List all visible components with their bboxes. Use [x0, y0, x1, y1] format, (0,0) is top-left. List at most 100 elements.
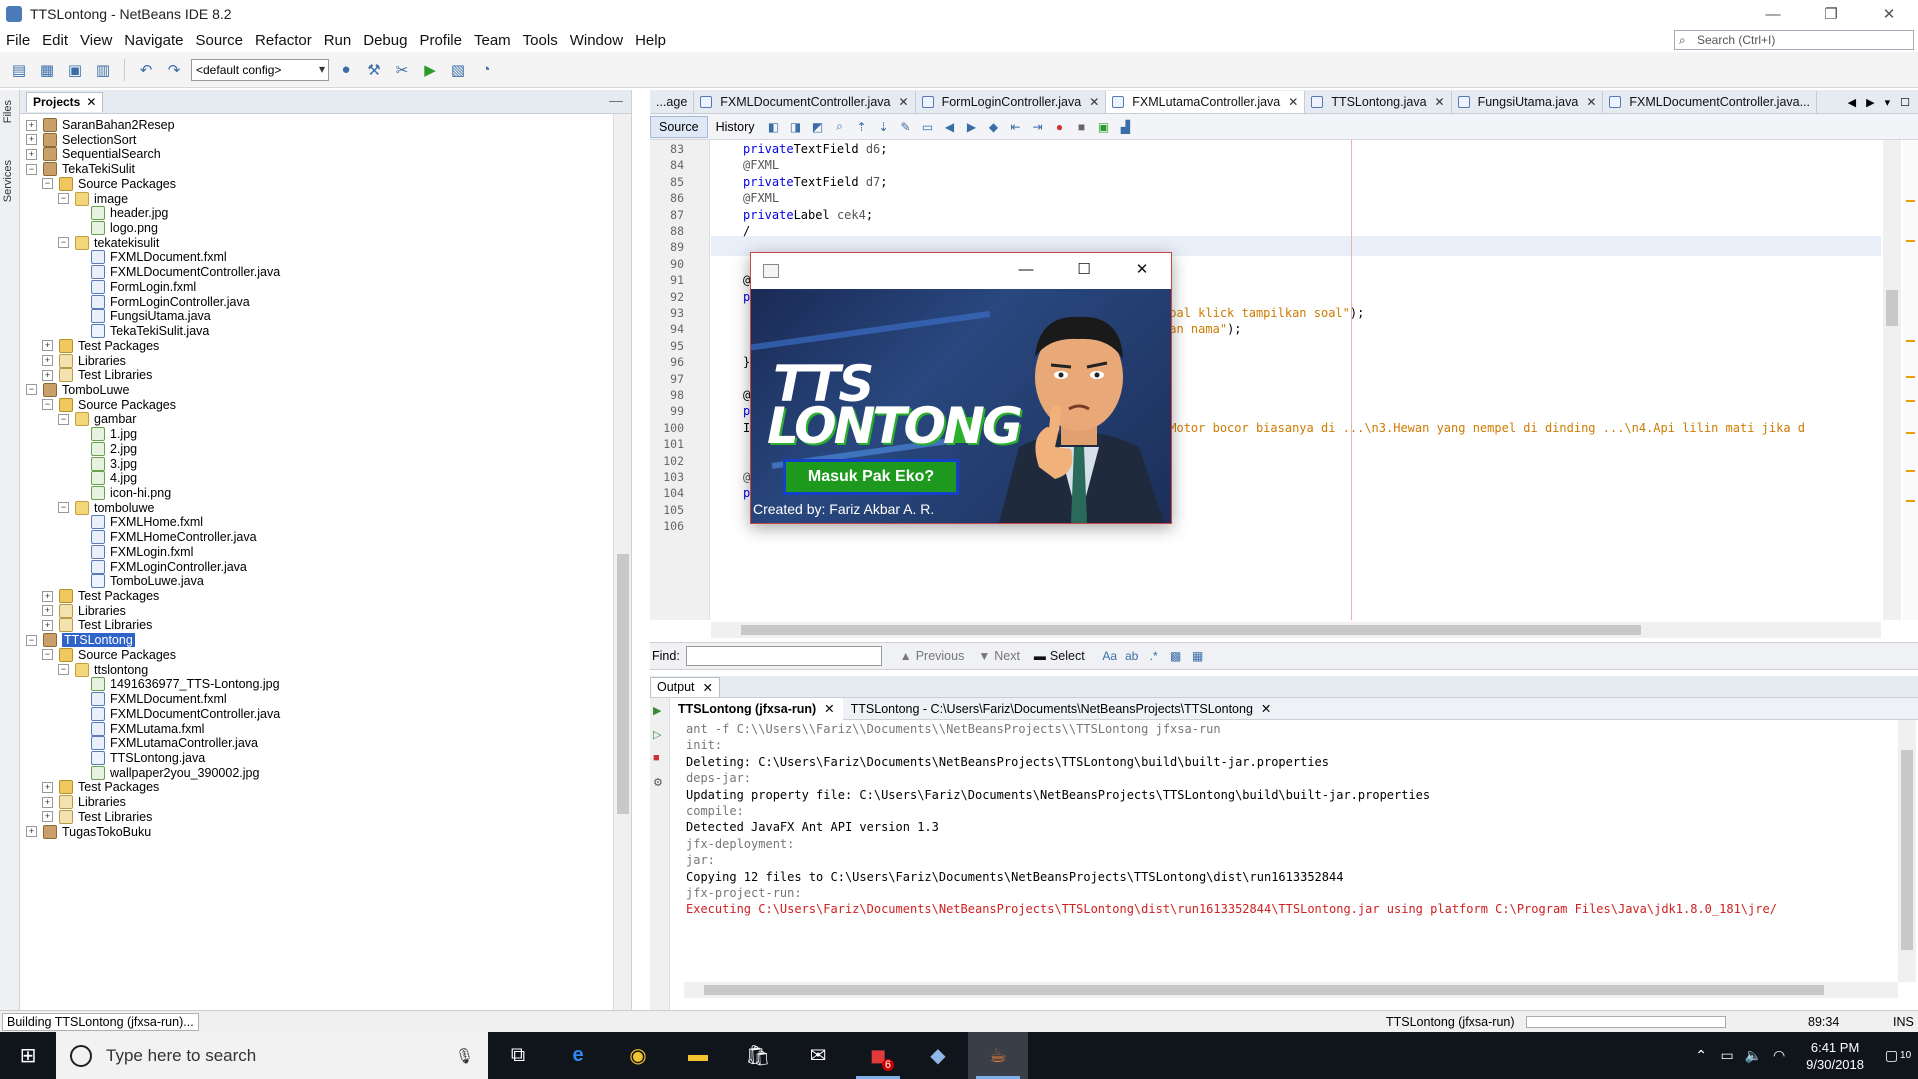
config-select[interactable]: <default config> [191, 58, 329, 81]
close-icon[interactable]: ✕ [1089, 95, 1099, 109]
profile-icon[interactable]: ◔ [475, 59, 497, 81]
scroll-tabs-left-icon[interactable]: ◀ [1848, 96, 1856, 109]
close-icon[interactable]: ✕ [86, 95, 96, 109]
show-hidden-icons-icon[interactable]: ⌃ [1688, 1047, 1714, 1064]
store-taskbar-button[interactable]: 🛍 [728, 1032, 788, 1079]
menu-file[interactable]: File [0, 32, 36, 49]
expand-icon[interactable]: + [26, 826, 37, 838]
volume-icon[interactable]: 🔈 [1740, 1047, 1766, 1064]
highlight-results-icon[interactable]: ▩ [1167, 647, 1185, 665]
scrollbar-thumb[interactable] [1886, 290, 1898, 326]
new-project-icon[interactable]: ▦ [36, 59, 58, 81]
editor-tab[interactable]: FungsiUtama.java ✕ [1452, 91, 1604, 113]
last-edit-icon[interactable]: ◧ [765, 118, 783, 136]
back-icon[interactable]: ◨ [787, 118, 805, 136]
warning-marker[interactable] [1906, 500, 1915, 502]
menu-team[interactable]: Team [468, 32, 517, 49]
scroll-tabs-right-icon[interactable]: ▶ [1866, 96, 1874, 109]
rerun-different-icon[interactable]: ▷ [653, 728, 667, 742]
edge-taskbar-button[interactable]: e [548, 1032, 608, 1079]
expand-icon[interactable]: + [42, 590, 53, 602]
scrollbar-thumb[interactable] [704, 985, 1824, 995]
error-stripe[interactable] [1903, 140, 1918, 620]
source-mode-tab[interactable]: Source [650, 115, 708, 138]
new-file-icon[interactable]: ▤ [8, 59, 30, 81]
open-project-icon[interactable]: ▣ [64, 59, 86, 81]
close-icon[interactable]: ✕ [1435, 95, 1445, 109]
expand-icon[interactable]: + [42, 796, 53, 808]
rerun-icon[interactable]: ▶ [653, 704, 667, 718]
shift-left-icon[interactable]: ⇤ [1007, 118, 1025, 136]
warning-marker[interactable] [1906, 200, 1915, 202]
record-macro-icon[interactable]: ● [1051, 118, 1069, 136]
files-side-tab[interactable]: Files [2, 100, 18, 123]
match-case-icon[interactable]: Aa [1101, 647, 1119, 665]
collapse-icon[interactable]: − [58, 413, 69, 425]
forward-icon[interactable]: ◩ [809, 118, 827, 136]
maximize-editor-icon[interactable]: ☐ [1900, 96, 1910, 109]
whole-words-icon[interactable]: ab [1123, 647, 1141, 665]
run-macro-icon[interactable]: ▣ [1095, 118, 1113, 136]
action-center-button[interactable]: ▢ 10 [1878, 1032, 1918, 1079]
find-select-button[interactable]: ▬ Select [1034, 649, 1085, 663]
close-button[interactable]: ✕ [1860, 0, 1918, 28]
expand-icon[interactable]: + [26, 119, 37, 131]
scrollbar-thumb[interactable] [617, 554, 629, 814]
stop-macro-icon[interactable]: ■ [1073, 118, 1091, 136]
app-maximize-button[interactable]: ☐ [1055, 253, 1113, 285]
collapse-icon[interactable]: − [58, 237, 69, 249]
expand-icon[interactable]: + [42, 605, 53, 617]
collapse-icon[interactable]: − [58, 502, 69, 514]
scrollbar-thumb[interactable] [741, 625, 1641, 635]
menu-profile[interactable]: Profile [413, 32, 468, 49]
editor-horizontal-scrollbar[interactable] [711, 622, 1881, 638]
output-tab[interactable]: Output ✕ [650, 676, 721, 697]
close-icon[interactable]: ✕ [703, 680, 713, 695]
expand-icon[interactable]: + [42, 619, 53, 631]
undo-icon[interactable]: ↶ [135, 59, 157, 81]
menu-source[interactable]: Source [189, 32, 249, 49]
wrap-around-icon[interactable]: ▦ [1189, 647, 1207, 665]
output-subtab[interactable]: TTSLontong - C:\Users\Fariz\Documents\Ne… [843, 698, 1280, 720]
close-icon[interactable]: ✕ [824, 701, 834, 716]
tree-item[interactable]: + TugasTokoBuku [26, 823, 151, 841]
menu-debug[interactable]: Debug [357, 32, 413, 49]
editor-tab[interactable]: FXMLDocumentController.java ✕ [694, 91, 916, 113]
warning-marker[interactable] [1906, 240, 1915, 242]
close-icon[interactable]: ✕ [1261, 701, 1271, 716]
expand-icon[interactable]: + [26, 134, 37, 146]
diff-icon[interactable]: ▟ [1117, 118, 1135, 136]
close-icon[interactable]: ✕ [899, 95, 909, 109]
expand-icon[interactable]: + [26, 148, 37, 160]
mail-taskbar-button[interactable]: ✉ [788, 1032, 848, 1079]
ide-search-input[interactable]: ⌕ Search (Ctrl+I) [1674, 30, 1914, 50]
shift-right-icon[interactable]: ⇥ [1029, 118, 1047, 136]
collapse-icon[interactable]: − [26, 634, 37, 646]
start-button[interactable]: ⊞ [0, 1032, 56, 1079]
battery-icon[interactable]: ▭ [1714, 1047, 1740, 1064]
collapse-icon[interactable]: − [26, 384, 37, 396]
collapse-icon[interactable]: − [42, 649, 53, 661]
output-horizontal-scrollbar[interactable] [684, 982, 1898, 998]
app-taskbar-button[interactable]: ◼ 6 [848, 1032, 908, 1079]
save-all-icon[interactable]: ▥ [92, 59, 114, 81]
find-next-icon[interactable]: ⇣ [875, 118, 893, 136]
find-input[interactable] [685, 646, 882, 666]
menu-view[interactable]: View [74, 32, 118, 49]
collapse-icon[interactable]: − [26, 163, 37, 175]
menu-window[interactable]: Window [564, 32, 629, 49]
menu-edit[interactable]: Edit [36, 32, 74, 49]
previous-bookmark-icon[interactable]: ◀ [941, 118, 959, 136]
editor-tab[interactable]: FXMLDocumentController.java... [1603, 91, 1818, 113]
warning-marker[interactable] [1906, 470, 1915, 472]
microphone-icon[interactable]: 🎙 [455, 1047, 474, 1065]
virtualbox-taskbar-button[interactable]: ◆ [908, 1032, 968, 1079]
minimize-panel-icon[interactable]: — [609, 92, 623, 108]
warning-marker[interactable] [1906, 400, 1915, 402]
collapse-icon[interactable]: − [58, 193, 69, 205]
output-subtab[interactable]: TTSLontong (jfxsa-run) ✕ [670, 697, 843, 720]
editor-tab[interactable]: FXMLutamaController.java ✕ [1106, 91, 1306, 113]
build-icon[interactable]: ⚒ [363, 59, 385, 81]
toggle-rect-select-icon[interactable]: ▭ [919, 118, 937, 136]
collapse-icon[interactable]: − [42, 399, 53, 411]
